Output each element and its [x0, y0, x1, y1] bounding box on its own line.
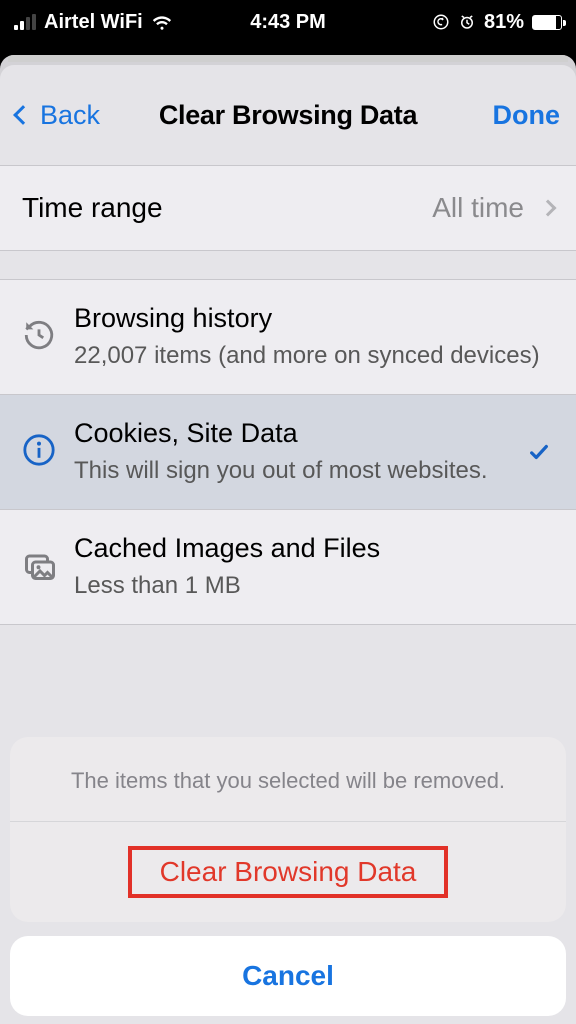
action-sheet-message: The items that you selected will be remo… — [10, 737, 566, 822]
screen: Airtel WiFi 4:43 PM 81% Back Clear Brows… — [0, 0, 576, 1024]
cancel-button[interactable]: Cancel — [10, 936, 566, 1016]
clear-browsing-data-label: Clear Browsing Data — [128, 846, 449, 898]
clear-browsing-data-button[interactable]: Clear Browsing Data — [10, 822, 566, 922]
action-sheet: The items that you selected will be remo… — [10, 737, 566, 1016]
